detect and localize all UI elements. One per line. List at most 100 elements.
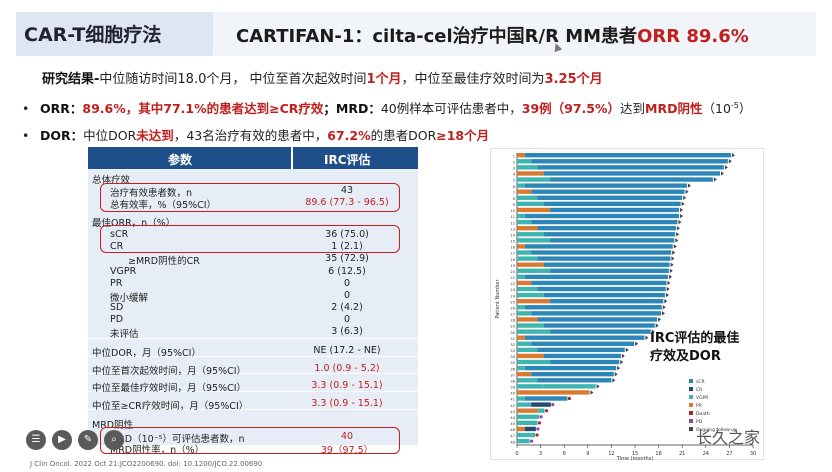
table-row-label: 中位DOR，月（95%CI） — [92, 348, 201, 359]
ongoing-arrow — [687, 183, 691, 188]
ongoing-arrow — [669, 274, 673, 280]
bar-segment — [543, 262, 670, 267]
table-row-value: 3.3 (0.9 - 15.1) — [311, 380, 383, 391]
bar-segment — [550, 177, 713, 182]
ongoing-arrow — [673, 244, 677, 249]
y-tick-label: 30 — [510, 331, 515, 335]
y-tick-label: 5 — [513, 179, 515, 183]
results-value-1: 1个月 — [366, 72, 402, 87]
citation: J Clin Oncol. 2022 Oct 21:JCO2200690. do… — [30, 460, 263, 468]
table-row-label: 中位至首次起效时间，月（95%CI） — [92, 366, 247, 377]
y-tick-label: 14 — [510, 233, 515, 237]
bar-segment — [537, 408, 545, 413]
bar-segment-early — [517, 378, 538, 383]
bar-segment-early — [517, 432, 532, 438]
bar-segment — [524, 305, 662, 310]
table-row-value: NE (17.2 - NE) — [313, 345, 381, 356]
bar-segment-early — [517, 365, 525, 371]
y-tick-label: 2 — [513, 160, 515, 164]
bar-segment-early — [517, 238, 551, 243]
bar-segment-early — [517, 183, 525, 188]
highlight-box-mrd — [100, 427, 400, 454]
y-tick-label: 40 — [510, 392, 515, 396]
bar-segment-early — [517, 171, 544, 176]
bar-segment — [537, 378, 612, 383]
chart-caption-line1: IRC评估的最佳 — [650, 331, 740, 346]
ongoing-arrow — [658, 317, 662, 322]
event-marker — [537, 421, 542, 425]
ongoing-arrow — [612, 378, 616, 383]
bar-segment-early — [517, 347, 538, 353]
legend-label: CR — [696, 387, 702, 393]
y-tick-label: 6 — [513, 185, 516, 189]
pen-icon[interactable]: ✎ — [78, 430, 98, 450]
bullet-mrd-key: ；MRD： — [323, 101, 381, 116]
bar-segment-early — [517, 299, 551, 304]
bar-segment-early — [517, 189, 532, 194]
bar-segment-early — [517, 438, 530, 444]
bar-segment-early — [517, 244, 525, 249]
bar-segment — [524, 153, 731, 158]
y-tick-label: 4 — [513, 173, 516, 177]
legend-swatch — [689, 419, 693, 423]
legend-swatch — [689, 387, 693, 391]
ongoing-arrow — [731, 153, 735, 158]
table-row-label: PD — [110, 314, 124, 325]
search-icon[interactable]: ⌕ — [104, 430, 124, 450]
x-tick-label: 12 — [608, 451, 614, 457]
ongoing-arrow — [671, 256, 675, 261]
ongoing-arrow — [670, 262, 674, 267]
y-tick-label: 17 — [510, 252, 515, 256]
y-tick-label: 3 — [513, 167, 515, 171]
bullet-orr: • ORR：89.6%，其中77.1%的患者达到≥CR疗效；MRD：40例样本可评… — [22, 100, 752, 116]
bar-segment-early — [517, 280, 532, 286]
y-tick-label: 15 — [510, 240, 515, 244]
table-row-value: 3 (6.3) — [331, 326, 363, 337]
bar-segment — [524, 335, 645, 340]
ongoing-arrow — [676, 226, 680, 231]
bar-segment — [543, 171, 720, 176]
y-tick-label: 27 — [510, 313, 515, 317]
ongoing-arrow — [635, 341, 639, 346]
y-tick-label: 22 — [510, 282, 515, 286]
bar-segment — [543, 201, 681, 207]
ongoing-arrow — [667, 280, 671, 286]
ongoing-arrow — [662, 305, 666, 310]
ongoing-arrow — [655, 323, 659, 328]
bullet-mrd-text: 40例样本可评估患者中， — [380, 101, 522, 116]
ongoing-arrow — [590, 390, 594, 395]
ongoing-arrow — [645, 335, 649, 340]
bar-segment — [550, 329, 651, 334]
bar-segment-early — [517, 256, 538, 261]
bar-segment — [550, 238, 675, 243]
ongoing-arrow — [617, 365, 621, 371]
ongoing-arrow — [614, 372, 618, 377]
event-marker — [539, 415, 543, 419]
play-icon[interactable]: ▶ — [52, 430, 72, 450]
y-tick-label: 34 — [510, 355, 515, 359]
results-label: 研究结果- — [42, 72, 100, 87]
y-tick-label: 29 — [510, 325, 515, 329]
table-row-label: PR — [110, 278, 123, 289]
table-row-label: ≥MRD阴性的CR — [128, 256, 200, 267]
x-axis-label: Time (months) — [616, 456, 654, 461]
bar-segment — [524, 426, 536, 432]
menu-icon[interactable]: ☰ — [26, 430, 46, 450]
bar-segment — [550, 268, 669, 273]
legend-label: Death — [696, 411, 710, 417]
y-tick-label: 47 — [510, 434, 515, 438]
event-marker — [544, 409, 549, 413]
bar-segment-early — [517, 177, 551, 182]
bar-segment-early — [517, 195, 538, 200]
bar-segment — [543, 384, 596, 389]
bar-segment — [537, 286, 666, 292]
bullet-dor-text-2: ，43名治疗有效的患者中， — [173, 128, 328, 143]
bullet-mrd-neg: MRD阴性 — [645, 101, 703, 116]
event-marker — [529, 439, 534, 443]
bar-segment-early — [517, 213, 525, 219]
ongoing-arrow — [678, 219, 682, 225]
event-marker — [536, 427, 540, 431]
y-tick-label: 35 — [510, 361, 515, 365]
chart-caption: IRC评估的最佳 疗效及DOR — [650, 330, 739, 366]
bar-segment-early — [517, 359, 551, 365]
